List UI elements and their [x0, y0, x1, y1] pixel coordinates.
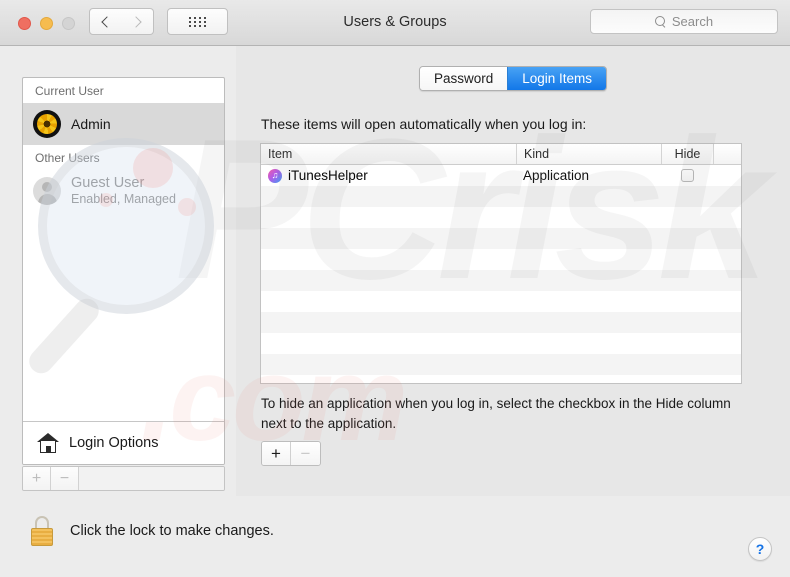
login-items-controls: + − — [261, 441, 321, 466]
users-sidebar[interactable]: Current User Admin Other Users Guest Use… — [22, 77, 225, 465]
tab-password[interactable]: Password — [419, 67, 508, 90]
sidebar-item-admin[interactable]: Admin — [23, 103, 224, 145]
table-row-empty — [261, 228, 741, 249]
column-header-kind[interactable]: Kind — [516, 144, 661, 164]
login-items-table[interactable]: Item Kind Hide ♫ iTunesHelper Applicatio… — [260, 143, 742, 384]
table-row-empty — [261, 291, 741, 312]
sidebar-controls-spacer — [79, 467, 224, 490]
sidebar-item-admin-texts: Admin — [71, 116, 111, 132]
title-bar: Users & Groups Search — [0, 0, 790, 46]
column-header-item[interactable]: Item — [261, 144, 516, 164]
sidebar-item-admin-label: Admin — [71, 115, 111, 132]
search-input[interactable]: Search — [590, 9, 778, 34]
group-header-current-user: Current User — [35, 84, 104, 98]
house-icon — [37, 433, 59, 453]
sidebar-item-login-options-label: Login Options — [69, 435, 159, 451]
table-row-empty — [261, 207, 741, 228]
table-cell-hide[interactable] — [661, 169, 713, 182]
lock-label: Click the lock to make changes. — [70, 523, 274, 539]
table-row-empty — [261, 333, 741, 354]
table-cell-item: ♫ iTunesHelper — [261, 168, 516, 183]
column-header-hide[interactable]: Hide — [661, 144, 713, 164]
hide-checkbox[interactable] — [680, 169, 694, 182]
column-header-spacer — [713, 144, 741, 164]
sidebar-item-guest-texts: Guest User Enabled, Managed — [71, 175, 176, 206]
help-button[interactable]: ? — [748, 537, 772, 561]
panel-intro-text: These items will open automatically when… — [261, 116, 587, 132]
lock-row[interactable]: Click the lock to make changes. — [30, 516, 274, 546]
itunes-icon: ♫ — [268, 168, 282, 183]
users-and-groups-window: Users & Groups Search Password Login Ite… — [0, 0, 790, 577]
table-row[interactable]: ♫ iTunesHelper Application — [261, 165, 741, 186]
sidebar-item-guest-user[interactable]: Guest User Enabled, Managed — [23, 170, 224, 212]
table-row-empty — [261, 186, 741, 207]
segmented-control: Password Login Items — [418, 66, 608, 91]
window-footer: Click the lock to make changes. ? — [0, 496, 790, 577]
table-row-empty — [261, 312, 741, 333]
table-row-empty — [261, 354, 741, 375]
add-login-item-button[interactable]: + — [262, 442, 291, 465]
tab-bar: Password Login Items — [236, 66, 790, 91]
sidebar-item-guest-label: Guest User — [71, 175, 145, 192]
table-cell-kind: Application — [523, 168, 590, 183]
sidebar-item-guest-status: Enabled, Managed — [71, 192, 176, 207]
table-row-empty — [261, 249, 741, 270]
padlock-closed-icon[interactable] — [30, 516, 54, 546]
remove-user-button[interactable]: − — [51, 467, 79, 490]
sidebar-item-login-options[interactable]: Login Options — [23, 421, 224, 464]
tab-login-items[interactable]: Login Items — [507, 67, 607, 90]
search-placeholder: Search — [671, 14, 714, 29]
sunflower-avatar — [33, 110, 61, 138]
remove-login-item-button[interactable]: − — [291, 442, 320, 465]
group-header-other-users: Other Users — [35, 151, 100, 165]
table-row-empty — [261, 270, 741, 291]
table-cell-item-label: iTunesHelper — [288, 168, 368, 183]
login-items-panel: Password Login Items These items will op… — [236, 46, 790, 496]
sidebar-controls: + − — [22, 466, 225, 491]
add-user-button[interactable]: + — [23, 467, 51, 490]
table-row-empty — [261, 375, 741, 383]
panel-hint-text: To hide an application when you log in, … — [261, 396, 731, 431]
guest-silhouette-avatar — [33, 177, 61, 205]
search-icon — [654, 16, 666, 27]
table-header-row: Item Kind Hide — [261, 144, 741, 165]
